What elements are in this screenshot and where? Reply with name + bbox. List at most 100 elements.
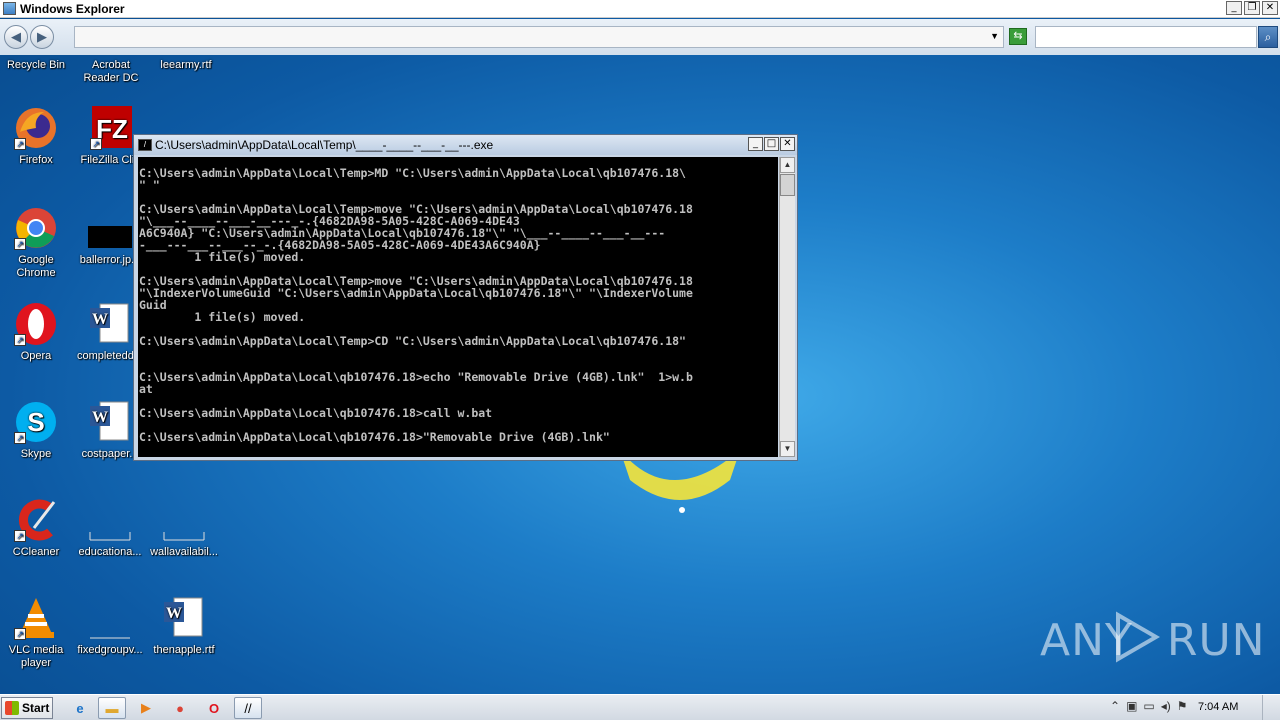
word-document-icon: W [88, 302, 132, 346]
desktop-icon-label: Skype [20, 448, 52, 460]
vlc-icon: ↗ [14, 596, 58, 640]
anyrun-watermark: ANY RUN [1040, 611, 1266, 666]
windows-flag-icon [5, 701, 19, 715]
watermark-right: RUN [1166, 615, 1266, 666]
tray-expand-icon[interactable]: ⌃ [1110, 699, 1120, 713]
play-logo-icon [1116, 611, 1160, 663]
blank-file-icon [88, 596, 132, 640]
skype-icon: S ↗ [14, 400, 58, 444]
show-desktop-button[interactable] [1262, 695, 1280, 720]
tray-flag-icon[interactable]: ⚑ [1177, 699, 1188, 713]
console-window[interactable]: / C:\Users\admin\AppData\Local\Temp\____… [133, 134, 798, 461]
taskbar-clock[interactable]: 7:04 AM [1198, 701, 1238, 713]
desktop-icon-recycle-bin[interactable]: Recycle Bin [2, 59, 70, 72]
forward-button[interactable]: ▶ [30, 25, 54, 49]
taskbar-explorer-icon[interactable]: ▬ [98, 697, 126, 719]
console-minimize-button[interactable]: _ [748, 137, 763, 151]
desktop-icon-leearmy-rtf[interactable]: leearmy.rtf [150, 59, 222, 72]
desktop-icon-educationa[interactable]: educationa... [72, 498, 148, 559]
close-button[interactable]: ✕ [1262, 1, 1278, 15]
desktop-icon-label: CCleaner [12, 546, 60, 558]
shortcut-arrow-icon: ↗ [90, 138, 102, 150]
opera-icon: ↗ [14, 302, 58, 346]
search-input[interactable] [1035, 26, 1257, 48]
console-close-button[interactable]: ✕ [780, 137, 795, 151]
desktop-icon-opera[interactable]: ↗ Opera [0, 302, 74, 363]
chrome-icon: ↗ [14, 206, 58, 250]
system-tray: ⌃ ▣ ▭ ◂) ⚑ [1110, 699, 1188, 713]
desktop-icon-label: thenapple.rtf [153, 644, 215, 656]
shortcut-arrow-icon: ↗ [14, 238, 26, 250]
desktop-icon-fixedgroupv[interactable]: fixedgroupv... [72, 596, 148, 657]
firefox-icon: ↗ [14, 106, 58, 150]
svg-text:W: W [92, 409, 108, 426]
desktop-icon-ccleaner[interactable]: ↗ CCleaner [0, 498, 74, 559]
console-output[interactable]: C:\Users\admin\AppData\Local\Temp>MD "C:… [138, 157, 778, 457]
window-title: Windows Explorer [20, 1, 125, 16]
desktop-icon-label: fixedgroupv... [77, 644, 143, 656]
shortcut-arrow-icon: ↗ [14, 334, 26, 346]
desktop-icon-label: ballerror.jp... [79, 254, 141, 266]
desktop-icon-chrome[interactable]: ↗ Google Chrome [0, 206, 74, 280]
console-scrollbar[interactable]: ▲ ▼ [779, 157, 795, 457]
desktop-icon-label: Opera [20, 350, 52, 362]
start-label: Start [22, 701, 50, 715]
address-dropdown-icon[interactable]: ▼ [990, 31, 999, 41]
shortcut-arrow-icon: ↗ [14, 530, 26, 542]
desktop-icon-label: Firefox [19, 154, 53, 166]
desktop-icon-wallavailabil[interactable]: wallavailabil... [146, 498, 222, 559]
shortcut-arrow-icon: ↗ [14, 628, 26, 640]
ccleaner-icon: ↗ [14, 498, 58, 542]
image-file-icon [88, 206, 132, 250]
svg-text:W: W [92, 311, 108, 328]
address-bar[interactable]: ▼ [74, 26, 1004, 48]
taskbar: Start e ▬ ▶ ● O // ⌃ ▣ ▭ ◂) ⚑ 7:04 AM [0, 694, 1280, 720]
explorer-app-icon [3, 2, 16, 15]
scroll-up-button[interactable]: ▲ [780, 157, 795, 173]
tray-monitor-icon[interactable]: ▭ [1143, 699, 1154, 713]
refresh-icon[interactable]: ⇆ [1009, 28, 1027, 45]
window-controls: _ ❐ ✕ [1226, 1, 1278, 15]
console-app-icon: / [138, 139, 152, 151]
taskbar-opera-icon[interactable]: O [200, 697, 228, 719]
taskbar-ie-icon[interactable]: e [66, 697, 94, 719]
word-document-icon: W [88, 400, 132, 444]
desktop-icon-firefox[interactable]: ↗ Firefox [0, 106, 74, 167]
desktop-icon-label: VLC media player [8, 644, 64, 669]
explorer-title-bar: Windows Explorer _ ❐ ✕ [0, 0, 1280, 18]
shortcut-arrow-icon: ↗ [14, 432, 26, 444]
console-title: C:\Users\admin\AppData\Local\Temp\____-_… [155, 138, 494, 152]
back-button[interactable]: ◀ [4, 25, 28, 49]
tray-volume-icon[interactable]: ◂) [1161, 699, 1171, 713]
scroll-thumb[interactable] [780, 174, 795, 196]
svg-text:W: W [166, 605, 182, 622]
desktop-icon-thenapple[interactable]: W thenapple.rtf [146, 596, 222, 657]
desktop-icon-vlc[interactable]: ↗ VLC media player [0, 596, 74, 670]
desktop-icon-label: educationa... [78, 546, 142, 558]
filezilla-icon: FZ ↗ [90, 106, 134, 150]
shortcut-arrow-icon: ↗ [14, 138, 26, 150]
desktop-icon-label: Google Chrome [16, 254, 56, 279]
desktop-icon-acrobat-reader[interactable]: Acrobat Reader DC [78, 59, 144, 85]
svg-text:S: S [27, 407, 44, 437]
desktop-icon-skype[interactable]: S ↗ Skype [0, 400, 74, 461]
taskbar-media-player-icon[interactable]: ▶ [132, 697, 160, 719]
blank-file-icon [88, 498, 132, 542]
desktop-icon-label: costpaper... [81, 448, 139, 460]
search-icon[interactable]: ⌕ [1258, 26, 1278, 48]
restore-button[interactable]: ❐ [1244, 1, 1260, 15]
tray-network-icon[interactable]: ▣ [1126, 699, 1137, 713]
console-title-bar[interactable]: / C:\Users\admin\AppData\Local\Temp\____… [134, 135, 797, 155]
navigation-bar: ◀ ▶ ▼ ⇆ ⌕ [0, 19, 1280, 55]
taskbar-chrome-icon[interactable]: ● [166, 697, 194, 719]
minimize-button[interactable]: _ [1226, 1, 1242, 15]
console-window-controls: _ □ ✕ [748, 137, 795, 151]
desktop-icon-label: wallavailabil... [150, 546, 218, 558]
taskbar-console-icon[interactable]: // [234, 697, 262, 719]
word-document-icon: W [162, 596, 206, 640]
console-maximize-button[interactable]: □ [764, 137, 779, 151]
console-text: C:\Users\admin\AppData\Local\Temp>MD "C:… [139, 166, 693, 444]
blank-file-icon [162, 498, 206, 542]
scroll-down-button[interactable]: ▼ [780, 441, 795, 457]
start-button[interactable]: Start [1, 697, 53, 719]
